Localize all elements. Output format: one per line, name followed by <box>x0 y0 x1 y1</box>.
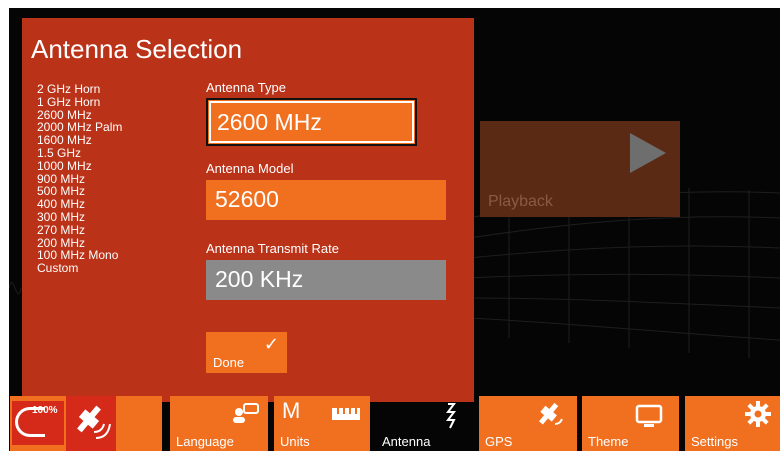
satellite-icon <box>538 402 563 425</box>
antenna-option[interactable]: 1.5 GHz <box>37 147 122 160</box>
app-screen: Playback Antenna Selection 2 GHz Horn 1 G… <box>9 8 780 451</box>
antenna-icon <box>446 403 456 429</box>
ruler-icon <box>332 408 360 420</box>
units-button[interactable]: M Units <box>274 396 370 451</box>
language-icon <box>233 403 259 423</box>
play-icon <box>630 133 666 173</box>
language-label: Language <box>176 434 234 449</box>
transmit-rate-label: Antenna Transmit Rate <box>206 241 339 256</box>
antenna-model-label: Antenna Model <box>206 161 294 176</box>
antenna-button[interactable]: Antenna <box>376 396 472 451</box>
gps-satellite-icon <box>66 396 116 451</box>
gps-button[interactable]: GPS <box>479 396 577 451</box>
theme-button[interactable]: Theme <box>582 396 679 451</box>
antenna-option[interactable]: 2 GHz Horn <box>37 83 122 96</box>
bottom-toolbar: 100% Language M Units Antenna GPS Theme … <box>0 386 780 451</box>
units-letter: M <box>282 398 301 423</box>
playback-label: Playback <box>488 193 553 210</box>
antenna-option[interactable]: 270 MHz <box>37 223 122 237</box>
antenna-type-label: Antenna Type <box>206 80 286 95</box>
antenna-list: 2 GHz Horn 1 GHz Horn 2600 MHz 2000 MHz Pal… <box>37 83 122 275</box>
transmit-rate-field[interactable]: 200 KHz <box>206 260 446 300</box>
antenna-option[interactable]: 1000 MHz <box>37 159 122 173</box>
antenna-option[interactable]: 300 MHz <box>37 211 122 224</box>
playback-tile[interactable]: Playback <box>480 121 680 217</box>
language-button[interactable]: Language <box>170 396 268 451</box>
monitor-icon <box>635 404 663 427</box>
done-label: Done <box>213 355 245 370</box>
battery-percent: 100% <box>32 405 58 416</box>
settings-button[interactable]: Settings <box>685 396 780 451</box>
antenna-model-field[interactable]: 52600 <box>206 180 446 220</box>
gear-icon <box>745 401 771 427</box>
antenna-label: Antenna <box>382 434 431 449</box>
status-tile[interactable]: 100% <box>10 396 162 451</box>
antenna-type-field[interactable]: 2600 MHz <box>206 98 417 146</box>
antenna-selection-dialog: Antenna Selection 2 GHz Horn 1 GHz Horn 26… <box>22 18 474 402</box>
theme-label: Theme <box>588 434 629 449</box>
done-button[interactable]: ✓ Done <box>206 332 287 373</box>
gps-label: GPS <box>485 434 513 449</box>
antenna-option[interactable]: 1 GHz Horn <box>37 95 122 109</box>
antenna-option[interactable]: Custom <box>37 262 122 275</box>
battery-icon: 100% <box>12 401 64 445</box>
checkmark-icon: ✓ <box>263 334 279 354</box>
units-label: Units <box>280 434 310 449</box>
dialog-title: Antenna Selection <box>31 34 243 64</box>
settings-label: Settings <box>691 434 738 449</box>
